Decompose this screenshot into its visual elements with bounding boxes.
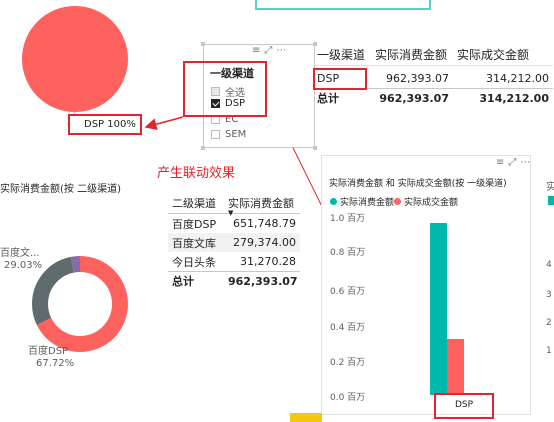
dsp-pie-chart[interactable] [22,6,128,112]
bar-spend-dsp[interactable] [430,222,447,395]
donut-chart[interactable] [30,254,130,354]
x-axis-tick: DSP [454,400,474,410]
bar-chart-title: 实际消费金额 和 实际成交金额(按 一级渠道) [329,179,507,189]
table-header-row: 二级渠道 实际消费金额 ▼ [168,192,300,217]
column-header[interactable]: 实际成交金额 [453,46,553,63]
drag-handle-icon[interactable]: ≡ [252,45,264,56]
top-visual-frame[interactable] [255,0,431,10]
bar-chart-header-icons[interactable]: ≡⤢⋯ [496,157,534,168]
linkage-annotation: 产生联动效果 [157,166,236,181]
y-axis-tick: 0.6 百万 [330,287,366,297]
focus-mode-icon[interactable]: ⤢ [508,157,520,168]
legend-item-deal[interactable]: 实际成交金额 [394,195,458,208]
page-tab-indicator[interactable] [290,413,322,422]
donut-chart-title: 实际消费金额(按 二级渠道) [0,184,121,195]
slicer-header-icons[interactable]: ≡⤢⋯ [252,45,290,56]
partial-y-tick: 2 [546,318,552,328]
more-options-icon[interactable]: ⋯ [276,45,290,56]
column-header[interactable]: 实际消费金额 [371,46,453,63]
table-row[interactable]: 百度文库 279,374.00 [168,233,300,252]
partial-y-tick: 4 [546,260,552,270]
subchannel-table[interactable]: 二级渠道 实际消费金额 ▼ 百度DSP 651,748.79 百度文库 279,… [168,192,300,290]
partial-y-tick: 1 [546,346,552,356]
y-axis-tick: 0.4 百万 [330,323,366,333]
donut-label-wenku: 百度文... 29.03% [0,248,43,271]
table-total-row: 总计 962,393.07 314,212.00 [313,88,553,107]
table-total-row: 总计 962,393.07 [168,271,300,290]
legend-dot-icon [330,198,337,205]
resize-handle[interactable] [313,146,317,150]
pie-slice-label: DSP 100% [68,114,142,135]
slicer-highlight-box [183,61,267,117]
resize-handle[interactable] [201,146,205,150]
partial-legend-dot [548,196,554,205]
drag-handle-icon[interactable]: ≡ [496,157,508,168]
legend-item-spend[interactable]: 实际消费金额 [330,195,394,208]
dsp-row-highlight-box [313,68,367,90]
column-header[interactable]: 实际消费金额 ▼ [224,195,300,217]
y-axis-tick: 0.8 百万 [330,248,366,258]
column-header[interactable]: 一级渠道 [313,46,371,63]
column-header[interactable]: 二级渠道 [168,195,224,211]
partial-y-tick: 3 [546,290,552,300]
slicer-item-sem[interactable]: SEM [211,129,246,140]
sort-descending-icon[interactable]: ▼ [228,209,233,217]
donut-label-dsp: 百度DSP 67.72% [28,346,75,369]
partial-visual-title: 实 [546,182,554,193]
table-row[interactable]: 今日头条 31,270.28 [168,252,300,271]
table-row[interactable]: 百度DSP 651,748.79 [168,214,300,233]
focus-mode-icon[interactable]: ⤢ [264,45,276,56]
y-axis-tick: 0.2 百万 [330,358,366,368]
table-header-row: 一级渠道 实际消费金额 实际成交金额 [313,44,553,66]
x-axis-category-highlight[interactable]: DSP [434,393,494,419]
y-axis-tick: 0.0 百万 [330,393,366,403]
more-options-icon[interactable]: ⋯ [520,157,534,168]
resize-handle[interactable] [201,42,205,46]
y-axis-tick: 1.0 百万 [330,214,366,224]
checkbox-icon[interactable] [211,130,220,139]
bar-deal-dsp[interactable] [447,338,464,395]
legend-dot-icon [394,198,401,205]
